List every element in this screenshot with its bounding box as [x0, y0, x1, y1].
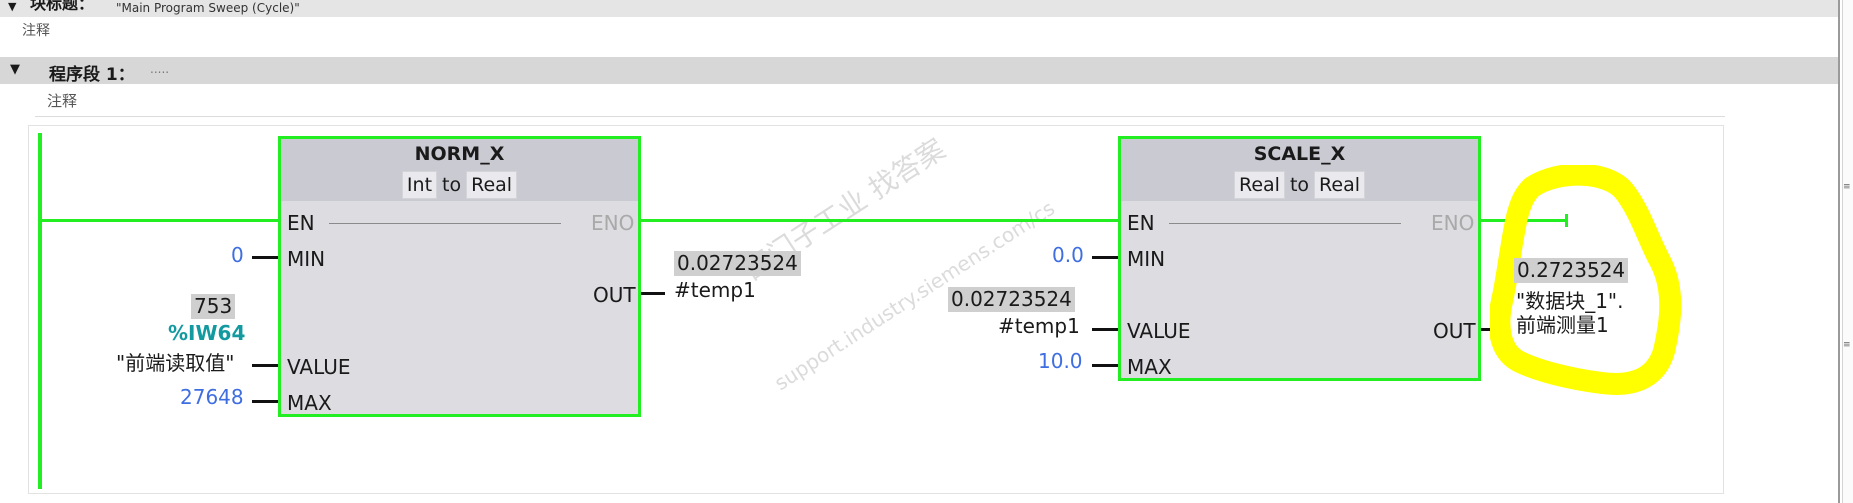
norm-x-min-pin[interactable]: MIN	[287, 247, 325, 271]
collapse-caret-icon[interactable]: ▼	[10, 62, 20, 77]
scale-x-eno-pin[interactable]: ENO	[1431, 211, 1474, 235]
norm-x-in-type[interactable]: Int	[401, 171, 438, 199]
block-title-bar[interactable]: ▼ 块标题： "Main Program Sweep (Cycle)"	[0, 0, 1840, 17]
en-wire	[38, 219, 279, 222]
scale-x-header: SCALE_X Real to Real	[1121, 139, 1478, 201]
scale-x-block[interactable]: SCALE_X Real to Real EN ENO MIN VALUE OUT …	[1118, 136, 1481, 381]
norm-x-to: to	[442, 174, 462, 196]
network-header[interactable]: ▼ 程序段 1： .....	[0, 57, 1840, 85]
norm-x-name: NORM_X	[414, 143, 505, 165]
scale-x-max-operand[interactable]: 10.0	[1038, 349, 1083, 373]
norm-x-out-tag[interactable]: #temp1	[674, 278, 756, 302]
norm-x-en-pin[interactable]: EN	[287, 211, 315, 235]
scale-x-max-pin[interactable]: MAX	[1127, 355, 1172, 379]
norm-x-value-tag[interactable]: "前端读取值"	[116, 347, 234, 376]
eno-en-wire	[640, 219, 1120, 222]
value-stub	[252, 364, 278, 367]
scale-x-out-tag-member[interactable]: 前端测量1	[1516, 309, 1609, 338]
scale-x-en-pin[interactable]: EN	[1127, 211, 1155, 235]
norm-x-value-pin[interactable]: VALUE	[287, 355, 351, 379]
min-stub	[1092, 256, 1118, 259]
network-comment[interactable]: 注释	[47, 90, 77, 111]
scale-x-min-operand[interactable]: 0.0	[1052, 243, 1084, 267]
editor-divider	[1838, 0, 1840, 503]
max-stub	[1092, 364, 1118, 367]
network-title-field[interactable]: .....	[150, 62, 169, 76]
norm-x-en-line	[329, 223, 561, 224]
block-title-label: 块标题：	[30, 0, 95, 13]
scale-x-types: Real to Real	[1121, 171, 1478, 199]
scale-x-out-type[interactable]: Real	[1314, 171, 1365, 199]
power-rail	[38, 133, 42, 489]
scale-x-in-type[interactable]: Real	[1233, 171, 1285, 199]
out-stub	[641, 292, 665, 295]
norm-x-out-type[interactable]: Real	[466, 171, 518, 199]
norm-x-header: NORM_X Int to Real	[281, 139, 638, 201]
scroll-grip-icon[interactable]: ≡	[1843, 340, 1851, 350]
norm-x-types: Int to Real	[281, 171, 638, 199]
norm-x-max-operand[interactable]: 27648	[180, 385, 244, 409]
scroll-grip-icon[interactable]: ≡	[1843, 182, 1851, 192]
norm-x-block[interactable]: NORM_X Int to Real EN ENO MIN OUT VALUE MA…	[278, 136, 641, 417]
network-comment-box[interactable]	[35, 87, 1725, 117]
scale-x-name: SCALE_X	[1253, 143, 1346, 165]
scale-x-value-pin[interactable]: VALUE	[1127, 319, 1191, 343]
block-title-value[interactable]: "Main Program Sweep (Cycle)"	[116, 1, 300, 15]
scale-x-value-tag[interactable]: #temp1	[998, 314, 1080, 338]
scale-x-en-line	[1169, 223, 1401, 224]
network-label: 程序段 1：	[49, 65, 135, 85]
scale-x-value-live: 0.02723524	[948, 287, 1075, 312]
block-comment[interactable]: 注释	[22, 20, 50, 40]
max-stub	[252, 400, 278, 403]
min-stub	[252, 256, 278, 259]
scale-x-to: to	[1289, 174, 1310, 196]
value-stub	[1092, 328, 1118, 331]
collapse-caret-icon[interactable]: ▼	[8, 0, 16, 14]
norm-x-max-pin[interactable]: MAX	[287, 391, 332, 415]
norm-x-value-live: 753	[191, 294, 236, 319]
norm-x-out-live: 0.02723524	[674, 251, 801, 276]
scale-x-min-pin[interactable]: MIN	[1127, 247, 1165, 271]
norm-x-value-address[interactable]: %IW64	[168, 321, 245, 345]
vertical-scrollbar[interactable]	[1842, 0, 1853, 503]
norm-x-min-operand[interactable]: 0	[231, 243, 244, 267]
scale-x-out-pin[interactable]: OUT	[1433, 319, 1476, 343]
norm-x-eno-pin[interactable]: ENO	[591, 211, 634, 235]
scale-x-out-live: 0.2723524	[1514, 258, 1629, 283]
norm-x-out-pin[interactable]: OUT	[593, 283, 636, 307]
